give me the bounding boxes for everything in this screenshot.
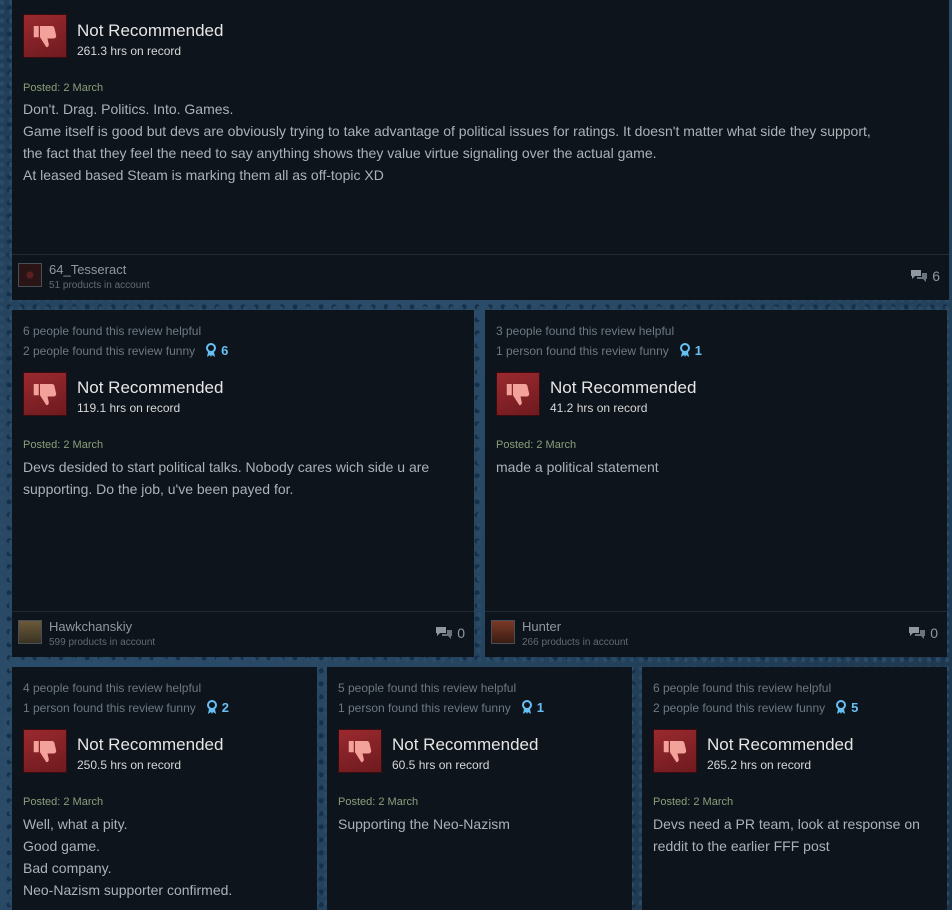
funny-count: 1 person found this review funny 1 — [496, 343, 703, 358]
review-posted-date: Posted: 2 March — [23, 796, 104, 808]
review-card-bottom-3: 6 people found this review helpful 2 peo… — [642, 667, 947, 910]
author-name[interactable]: Hunter — [522, 619, 561, 634]
review-posted-date: Posted: 2 March — [338, 796, 419, 808]
review-hours: 250.5 hrs on record — [77, 758, 182, 772]
award-count[interactable]: 2 — [206, 700, 229, 715]
award-ribbon-icon — [206, 343, 217, 357]
thumbs-down-icon[interactable] — [23, 372, 67, 416]
thumbs-down-icon[interactable] — [338, 729, 382, 773]
funny-count: 2 people found this review funny 6 — [23, 343, 229, 358]
avatar[interactable] — [18, 263, 42, 287]
author-products: 51 products in account — [49, 280, 150, 291]
review-body: Supporting the Neo-Nazism — [338, 816, 510, 832]
review-card-64-tesseract: Not Recommended 261.3 hrs on record Post… — [12, 0, 949, 300]
comment-icon — [909, 627, 926, 639]
award-count[interactable]: 6 — [205, 343, 228, 358]
thumbs-down-icon[interactable] — [23, 14, 67, 58]
review-rating-title[interactable]: Not Recommended — [77, 378, 223, 398]
comments-count[interactable]: 6 — [910, 268, 940, 284]
award-count[interactable]: 1 — [679, 343, 702, 358]
review-rating-title[interactable]: Not Recommended — [392, 735, 538, 755]
review-author-footer: Hawkchanskiy 599 products in account 0 — [12, 611, 474, 657]
award-ribbon-icon — [679, 343, 690, 357]
review-hours: 41.2 hrs on record — [550, 401, 648, 415]
review-card-hunter: 3 people found this review helpful 1 per… — [485, 310, 947, 657]
helpful-count: 5 people found this review helpful — [338, 681, 517, 695]
review-hours: 60.5 hrs on record — [392, 758, 490, 772]
review-body: Devs need a PR team, look at response on… — [653, 816, 920, 854]
comments-count[interactable]: 0 — [435, 625, 465, 641]
helpful-count: 6 people found this review helpful — [23, 324, 202, 338]
comment-icon — [911, 270, 928, 282]
thumbs-down-icon[interactable] — [653, 729, 697, 773]
review-posted-date: Posted: 2 March — [23, 439, 104, 451]
award-ribbon-icon — [521, 700, 532, 714]
funny-count: 2 people found this review funny 5 — [653, 700, 859, 715]
author-products: 266 products in account — [522, 637, 629, 648]
review-hours: 261.3 hrs on record — [77, 44, 182, 58]
review-posted-date: Posted: 2 March — [496, 439, 577, 451]
avatar[interactable] — [18, 620, 42, 644]
award-ribbon-icon — [836, 700, 847, 714]
thumbs-down-icon[interactable] — [496, 372, 540, 416]
review-body: Devs desided to start political talks. N… — [23, 459, 430, 497]
review-rating-title[interactable]: Not Recommended — [77, 21, 223, 41]
review-posted-date: Posted: 2 March — [653, 796, 734, 808]
review-card-bottom-1: 4 people found this review helpful 1 per… — [12, 667, 317, 910]
review-card-hawkchanskiy: 6 people found this review helpful 2 peo… — [12, 310, 474, 657]
review-rating-title[interactable]: Not Recommended — [707, 735, 853, 755]
review-rating-title[interactable]: Not Recommended — [77, 735, 223, 755]
award-ribbon-icon — [206, 700, 217, 714]
comments-count[interactable]: 0 — [908, 625, 938, 641]
review-author-footer: 64_Tesseract 51 products in account 6 — [12, 254, 949, 300]
comment-icon — [436, 627, 453, 639]
review-hours: 119.1 hrs on record — [77, 401, 181, 415]
helpful-count: 3 people found this review helpful — [496, 324, 675, 338]
review-author-footer: Hunter 266 products in account 0 — [485, 611, 947, 657]
award-count[interactable]: 5 — [835, 700, 858, 715]
review-hours: 265.2 hrs on record — [707, 758, 812, 772]
review-posted-date: Posted: 2 March — [23, 82, 104, 94]
award-count[interactable]: 1 — [521, 700, 544, 715]
avatar[interactable] — [491, 620, 515, 644]
helpful-count: 6 people found this review helpful — [653, 681, 832, 695]
review-card-bottom-2: 5 people found this review helpful 1 per… — [327, 667, 632, 910]
review-body: made a political statement — [496, 459, 659, 475]
review-rating-title[interactable]: Not Recommended — [550, 378, 696, 398]
funny-count: 1 person found this review funny 2 — [23, 700, 230, 715]
thumbs-down-icon[interactable] — [23, 729, 67, 773]
review-body: Don't. Drag. Politics. Into. Games. Game… — [23, 101, 871, 183]
review-body: Well, what a pity. Good game. Bad compan… — [23, 816, 233, 898]
author-products: 599 products in account — [49, 637, 156, 648]
funny-count: 1 person found this review funny 1 — [338, 700, 545, 715]
helpful-count: 4 people found this review helpful — [23, 681, 202, 695]
author-name[interactable]: Hawkchanskiy — [49, 619, 132, 634]
author-name[interactable]: 64_Tesseract — [49, 262, 126, 277]
